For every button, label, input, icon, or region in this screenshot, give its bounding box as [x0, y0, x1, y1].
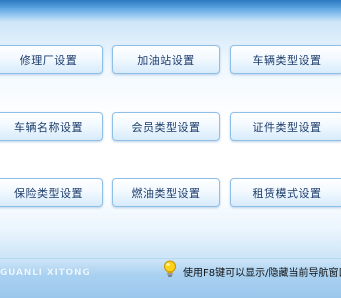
id-type-settings-button[interactable]: 证件类型设置 — [230, 112, 341, 141]
member-type-settings-button[interactable]: 会员类型设置 — [112, 112, 220, 141]
lightbulb-icon — [163, 260, 183, 282]
insurance-type-settings-button[interactable]: 保险类型设置 — [0, 178, 103, 207]
vehicle-type-settings-button[interactable]: 车辆类型设置 — [230, 45, 341, 74]
vehicle-name-settings-button[interactable]: 车辆名称设置 — [0, 112, 103, 141]
repair-shop-settings-button[interactable]: 修理厂设置 — [0, 45, 103, 74]
navigation-tip: 使用F8键可以显示/隐藏当前导航窗口 — [163, 260, 341, 282]
footer-bar: GUANLI XITONG 使用F8键可以显示/隐藏当前导航窗口 — [0, 258, 341, 298]
brand-text: GUANLI XITONG — [0, 268, 91, 278]
settings-button-grid: 修理厂设置 加油站设置 车辆类型设置 车辆名称设置 会员类型设置 证件类型设置 … — [0, 0, 341, 260]
fuel-type-settings-button[interactable]: 燃油类型设置 — [112, 178, 220, 207]
tip-text: 使用F8键可以显示/隐藏当前导航窗口 — [183, 267, 341, 279]
rental-mode-settings-button[interactable]: 租赁模式设置 — [230, 178, 341, 207]
gas-station-settings-button[interactable]: 加油站设置 — [112, 45, 220, 74]
